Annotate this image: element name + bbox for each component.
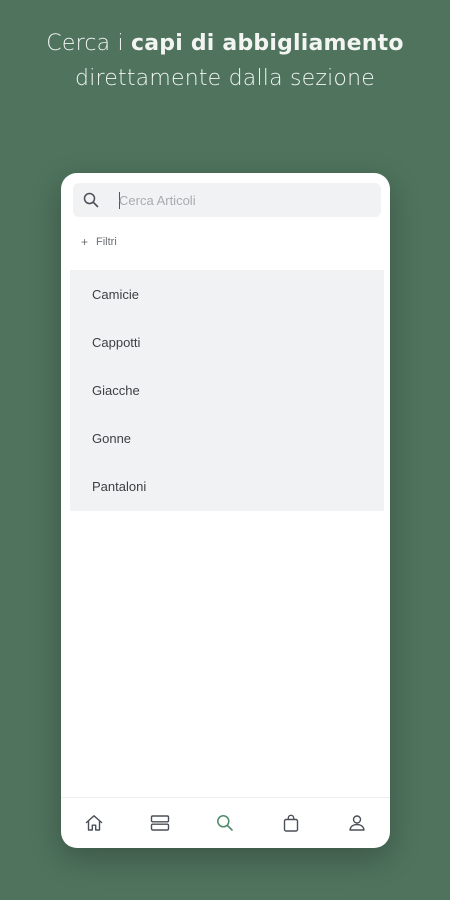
- list-item[interactable]: Giacche: [70, 366, 384, 414]
- list-item[interactable]: Cappotti: [70, 318, 384, 366]
- promo-headline: Cerca i capi di abbigliamento direttamen…: [0, 26, 450, 96]
- tab-catalog[interactable]: [140, 803, 180, 843]
- list-item[interactable]: Camicie: [70, 270, 384, 318]
- profile-icon: [349, 815, 365, 831]
- bottom-tab-bar: [61, 797, 390, 848]
- search-input[interactable]: [119, 190, 369, 210]
- headline-prefix: Cerca i: [46, 31, 132, 56]
- headline-line-2: direttamente dalla sezione: [75, 66, 375, 91]
- list-item-label: Cappotti: [92, 334, 141, 350]
- tab-profile[interactable]: [337, 803, 377, 843]
- headline-line-1: Cerca i capi di abbigliamento: [0, 26, 450, 61]
- search-icon: [83, 192, 99, 208]
- phone-screen: + Filtri Camicie Cappotti Giacche Gonne …: [61, 173, 390, 848]
- tab-home[interactable]: [74, 803, 114, 843]
- list-item-label: Gonne: [92, 430, 132, 446]
- catalog-icon: [150, 815, 169, 831]
- list-item-label: Pantaloni: [92, 478, 147, 494]
- tab-search[interactable]: [205, 803, 245, 843]
- filters-label: Filtri: [96, 236, 117, 248]
- list-item-label: Camicie: [92, 286, 139, 302]
- bag-icon: [284, 814, 299, 832]
- filters-button[interactable]: + Filtri: [81, 234, 117, 250]
- category-list: Camicie Cappotti Giacche Gonne Pantaloni: [70, 270, 384, 511]
- list-item[interactable]: Pantaloni: [70, 462, 384, 510]
- tab-bag[interactable]: [271, 803, 311, 843]
- home-icon: [85, 815, 103, 831]
- headline-bold: capi di abbigliamento: [131, 31, 404, 56]
- list-item-label: Giacche: [92, 382, 140, 398]
- plus-icon: +: [81, 235, 89, 249]
- search-icon: [217, 815, 234, 831]
- search-bar[interactable]: [73, 183, 381, 217]
- list-item[interactable]: Gonne: [70, 414, 384, 462]
